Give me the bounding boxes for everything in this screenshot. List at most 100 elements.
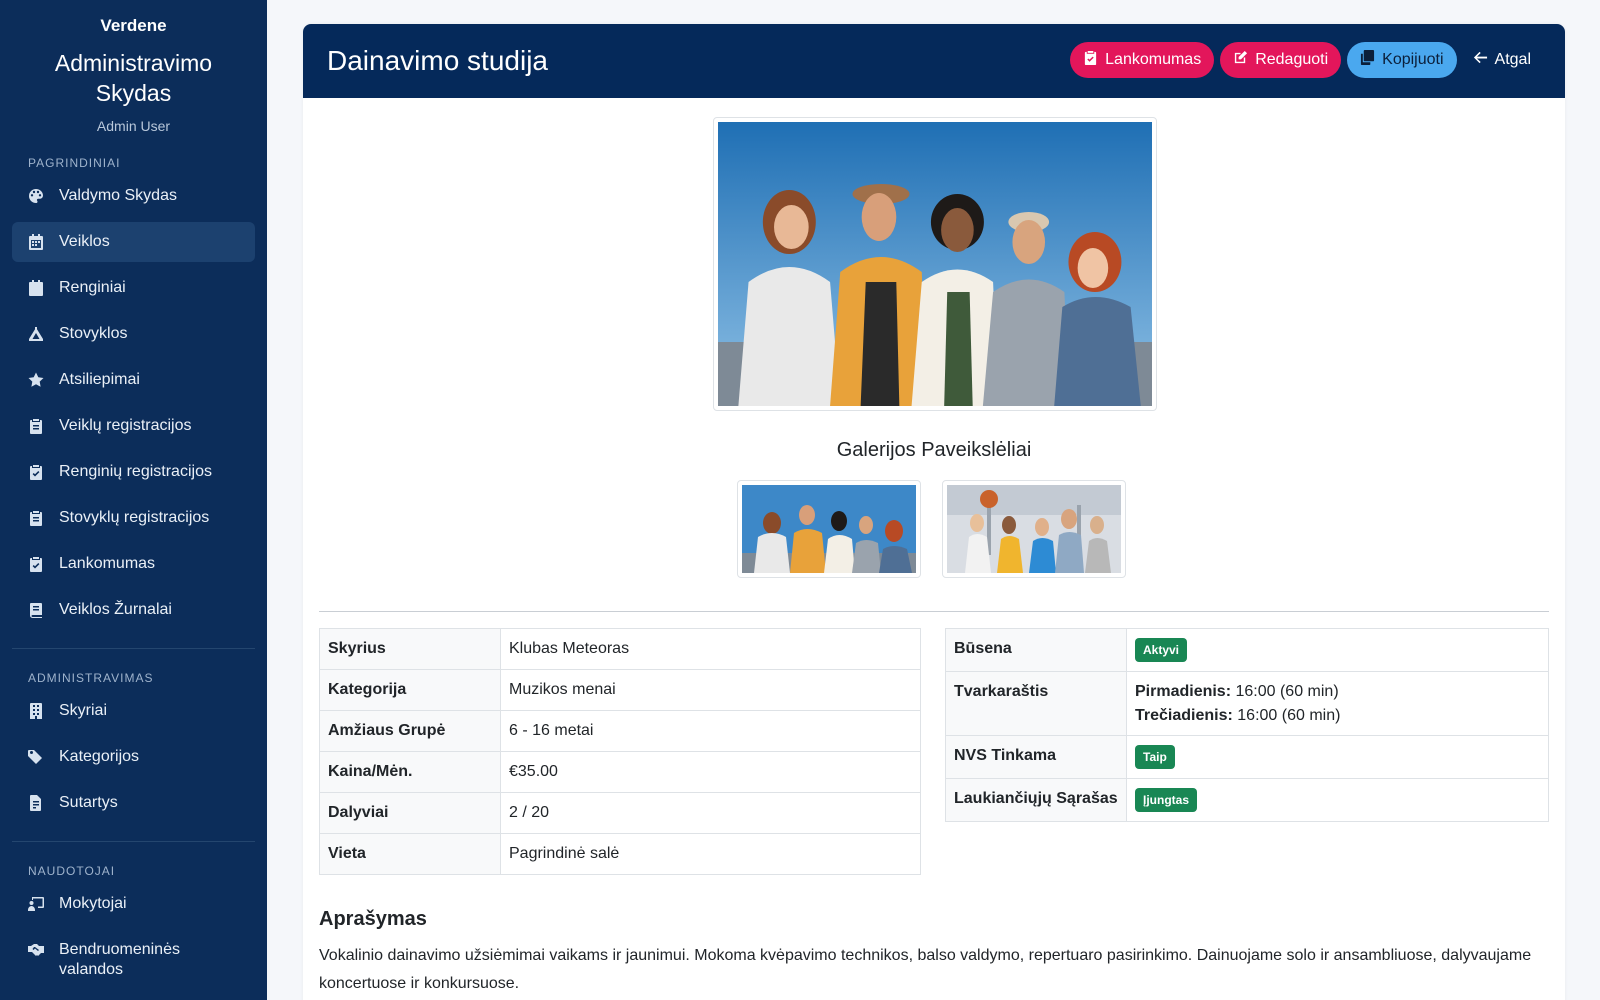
nvs-label: NVS Tinkama <box>945 735 1127 779</box>
detail-value: 6 - 16 metai <box>500 710 921 752</box>
gallery-image <box>742 485 916 573</box>
sidebar-item-label: Stovyklų registracijos <box>59 509 210 526</box>
chalkboard-teacher-icon <box>28 896 44 912</box>
back-button[interactable]: Atgal <box>1463 42 1541 78</box>
file-contract-icon <box>28 795 44 811</box>
section-label-users: NAUDOTOJAI <box>28 864 116 878</box>
sidebar-item-activities[interactable]: Veiklos <box>12 222 255 262</box>
sidebar-item-categories[interactable]: Kategorijos <box>12 737 255 777</box>
detail-label: Kaina/Mėn. <box>319 751 501 793</box>
sidebar-item-activity-logs[interactable]: Veiklos Žurnalai <box>12 590 255 630</box>
sidebar-item-teachers[interactable]: Mokytojai <box>12 884 255 924</box>
sidebar-divider <box>12 648 255 649</box>
back-button-label: Atgal <box>1494 51 1531 68</box>
sidebar-item-label: Veiklos <box>59 233 110 250</box>
gallery-thumbnail[interactable] <box>942 480 1126 578</box>
table-row: Dalyviai 2 / 20 <box>319 792 921 834</box>
table-row: Tvarkaraštis Pirmadienis: 16:00 (60 min)… <box>945 671 1549 736</box>
attendance-button[interactable]: Lankomumas <box>1070 42 1215 78</box>
sidebar-item-community-hours[interactable]: Bendruomeninės valandos <box>12 930 255 980</box>
sidebar-item-camps[interactable]: Stovyklos <box>12 314 255 354</box>
group-photo-image <box>718 122 1152 406</box>
detail-label: Amžiaus Grupė <box>319 710 501 752</box>
sidebar-item-label: Valdymo Skydas <box>59 187 177 204</box>
tags-icon <box>28 749 44 765</box>
schedule-entry: Trečiadienis: 16:00 (60 min) <box>1135 704 1540 728</box>
sidebar-item-label: Veiklų registracijos <box>59 417 192 434</box>
org-name: Verdene <box>100 16 167 35</box>
activity-detail-card: Dainavimo studija Lankomumas Redaguoti K… <box>303 24 1565 1000</box>
copy-button-label: Kopijuoti <box>1382 51 1444 68</box>
tent-icon <box>28 326 44 342</box>
detail-value: Pagrindinė salė <box>500 833 921 875</box>
main-photo <box>713 117 1157 411</box>
status-label: Būsena <box>945 628 1127 672</box>
edit-icon <box>1233 50 1248 70</box>
table-row: Skyrius Klubas Meteoras <box>319 628 921 670</box>
description-title: Aprašymas <box>319 908 427 930</box>
sidebar-item-attendance[interactable]: Lankomumas <box>12 544 255 584</box>
detail-value: €35.00 <box>500 751 921 793</box>
sidebar-item-dashboard[interactable]: Valdymo Skydas <box>12 176 255 216</box>
edit-button[interactable]: Redaguoti <box>1220 42 1342 78</box>
handshake-icon <box>28 942 44 958</box>
table-row: Būsena Aktyvi <box>945 628 1549 672</box>
waitlist-label: Laukiančiųjų Sąrašas <box>945 778 1127 822</box>
sidebar-brand: Verdene Administravimo Skydas Admin User <box>0 0 267 134</box>
detail-label: Vieta <box>319 833 501 875</box>
sidebar-item-event-registrations[interactable]: Renginių registracijos <box>12 452 255 492</box>
table-row: Amžiaus Grupė 6 - 16 metai <box>319 710 921 752</box>
sidebar-item-events[interactable]: Renginiai <box>12 268 255 308</box>
sidebar-item-contracts[interactable]: Sutartys <box>12 783 255 823</box>
sidebar-item-label: Sutartys <box>59 794 118 811</box>
table-row: Kaina/Mėn. €35.00 <box>319 751 921 793</box>
table-row: Laukiančiųjų Sąrašas Įjungtas <box>945 778 1549 822</box>
details-table-right: Būsena Aktyvi Tvarkaraštis Pirmadienis: … <box>945 628 1549 822</box>
status-badge: Aktyvi <box>1135 638 1188 662</box>
table-row: Kategorija Muzikos menai <box>319 669 921 711</box>
sidebar: Verdene Administravimo Skydas Admin User… <box>0 0 267 1000</box>
copy-button[interactable]: Kopijuoti <box>1347 42 1457 78</box>
table-row: Vieta Pagrindinė salė <box>319 833 921 875</box>
arrow-left-icon <box>1473 50 1488 70</box>
details-table-left: Skyrius Klubas Meteoras Kategorija Muzik… <box>319 628 921 875</box>
section-divider <box>319 611 1549 612</box>
nvs-badge: Taip <box>1135 745 1175 769</box>
clipboard-check-icon <box>28 464 44 480</box>
schedule-time: 16:00 (60 min) <box>1235 682 1339 700</box>
sidebar-item-label: Mokytojai <box>59 895 127 912</box>
card-header: Dainavimo studija Lankomumas Redaguoti K… <box>303 24 1565 98</box>
gallery-title: Galerijos Paveikslėliai <box>836 439 1032 461</box>
schedule-time: 16:00 (60 min) <box>1237 706 1341 724</box>
section-label-main: PAGRINDINIAI <box>28 156 121 170</box>
clipboard-check-icon <box>28 556 44 572</box>
schedule-day: Trečiadienis: <box>1135 706 1233 724</box>
detail-label: Dalyviai <box>319 792 501 834</box>
sidebar-item-departments[interactable]: Skyriai <box>12 691 255 731</box>
sidebar-item-activity-registrations[interactable]: Veiklų registracijos <box>12 406 255 446</box>
schedule-day: Pirmadienis: <box>1135 682 1232 700</box>
sidebar-divider <box>12 841 255 842</box>
gallery-thumbnail[interactable] <box>737 480 921 578</box>
sidebar-item-label: Atsiliepimai <box>59 371 140 388</box>
building-icon <box>28 703 44 719</box>
detail-value: 2 / 20 <box>500 792 921 834</box>
sidebar-item-label: Renginiai <box>59 279 126 296</box>
schedule-value-cell: Pirmadienis: 16:00 (60 min) Trečiadienis… <box>1126 671 1549 736</box>
clipboard-list-icon <box>28 510 44 526</box>
description-text: Vokalinio dainavimo užsiėmimai vaikams i… <box>319 947 1532 992</box>
clipboard-check-icon <box>1083 50 1098 70</box>
sidebar-item-label: Skyriai <box>59 702 108 719</box>
calendar-icon <box>28 234 44 250</box>
edit-button-label: Redaguoti <box>1255 51 1329 68</box>
sidebar-item-label: Stovyklos <box>59 325 128 342</box>
book-icon <box>28 602 44 618</box>
nvs-value-cell: Taip <box>1126 735 1549 779</box>
sidebar-item-camp-registrations[interactable]: Stovyklų registracijos <box>12 498 255 538</box>
sidebar-item-reviews[interactable]: Atsiliepimai <box>12 360 255 400</box>
schedule-entry: Pirmadienis: 16:00 (60 min) <box>1135 680 1540 704</box>
page-title: Dainavimo studija <box>327 45 548 76</box>
detail-label: Skyrius <box>319 628 501 670</box>
sidebar-item-label: Lankomumas <box>59 555 156 572</box>
detail-label: Kategorija <box>319 669 501 711</box>
